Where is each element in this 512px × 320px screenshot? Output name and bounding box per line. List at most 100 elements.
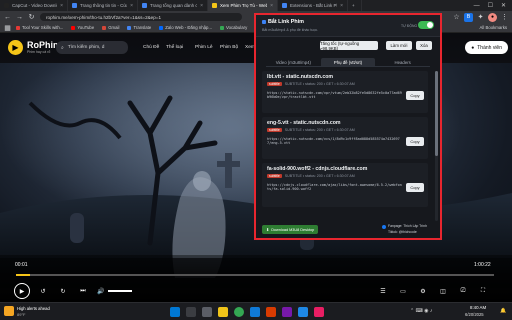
maximize-icon[interactable]: ☐ (488, 2, 493, 9)
item-url[interactable]: https://cdnjs.cloudflare.com/ajax/libs/f… (267, 183, 403, 192)
popup-title: Bắt Link Phim (268, 19, 304, 25)
download-label: Download M3U8 Desktop (271, 227, 315, 232)
settings-icon[interactable]: ⚙ (418, 286, 428, 296)
capture-list: lbt.vtt - static.nutscdn.com subtitle SU… (262, 71, 434, 227)
bookmark-item[interactable]: Gmail (98, 25, 123, 30)
reload-icon[interactable]: ↻ (27, 13, 36, 22)
menu-kebab-icon[interactable]: ⋮ (500, 13, 509, 22)
vscode-icon[interactable] (298, 307, 308, 317)
clear-button[interactable]: Xóa (416, 41, 432, 50)
menu-item-series[interactable]: Phim Bộ (220, 45, 238, 50)
minimize-icon[interactable]: — (474, 3, 480, 9)
clock-time[interactable]: 8:40 AM (470, 305, 486, 310)
browser-tab[interactable]: Extensions - Bắt Link Phim× (278, 0, 348, 11)
scrollbar-thumb[interactable] (435, 71, 438, 156)
tab-close-icon[interactable]: × (197, 3, 203, 9)
menu-item-genres[interactable]: Thể loại (166, 45, 183, 50)
tab-subtitles[interactable]: Phụ đề (vtt/srt) (320, 58, 376, 67)
popup-footer: ⬇ Download M3U8 Desktop Fanpage: Thích L… (256, 222, 440, 238)
tab-close-icon[interactable]: × (337, 3, 343, 9)
task-view-icon[interactable] (202, 307, 212, 317)
duration: 1:00:22 (474, 262, 491, 268)
tab-close-icon[interactable]: × (57, 3, 63, 9)
rewind-10-icon[interactable]: ↺ (38, 286, 48, 296)
popup-scrollbar[interactable] (435, 71, 438, 221)
forward-icon[interactable]: → (15, 13, 24, 22)
member-button[interactable]: ● Thành viên (465, 41, 508, 54)
copy-button[interactable]: Copy (406, 137, 424, 146)
office-icon[interactable] (266, 307, 276, 317)
notification-icon[interactable]: 🔔 (500, 308, 506, 314)
cast-icon[interactable]: ⎚ (458, 286, 468, 296)
weather-title[interactable]: High alerts ahead (17, 306, 50, 311)
bookmark-star-icon[interactable]: ☆ (452, 13, 461, 22)
pip-icon[interactable]: ◫ (438, 286, 448, 296)
address-bar[interactable]: rophim.me/xem-phim/tho-tu.h2bVf2a?ver=1&… (40, 13, 242, 21)
extension-icon[interactable]: B (464, 12, 473, 22)
subtitles-icon[interactable]: ▭ (398, 286, 408, 296)
site-search-box[interactable]: ⌕ Tìm kiếm phim, d (56, 41, 128, 54)
volume-icon[interactable]: 🔊 (96, 286, 106, 296)
copy-button[interactable]: Copy (406, 183, 424, 192)
tab-close-icon[interactable]: × (267, 3, 273, 9)
menu-item-movies[interactable]: Phim Lẻ (195, 45, 213, 50)
media-app-icon[interactable] (314, 307, 324, 317)
close-window-icon[interactable]: ✕ (501, 2, 506, 9)
tab-close-icon[interactable]: × (127, 3, 133, 9)
item-meta: subtitle SUBTITLE • status: 200 • GET • … (267, 128, 355, 132)
item-url[interactable]: https://static.nutscdn.com/vpr/vtum/2eb3… (267, 91, 403, 100)
profile-icon[interactable]: ● (488, 12, 497, 22)
auto-toggle[interactable] (418, 21, 434, 29)
bookmark-item[interactable]: Vocabulary (216, 25, 251, 30)
os-taskbar: High alerts ahead 89°F ⌃ ⌨ ◉ ♪ 8:40 AM 6… (0, 302, 512, 320)
user-icon: ● (471, 44, 475, 51)
start-icon[interactable] (170, 307, 180, 317)
extension-popup: Bắt Link Phim Bắt m3u8/mp4 & phụ đề khác… (254, 13, 442, 240)
bookmark-favicon-icon (159, 25, 164, 30)
site-logo[interactable]: ▶ RoPhim Phim hay cả rổ (8, 40, 61, 55)
back-icon[interactable]: ← (3, 13, 12, 22)
search-taskbar-icon[interactable] (186, 307, 196, 317)
bookmark-item[interactable]: Tool Your Skills with... (12, 25, 67, 30)
apps-icon[interactable]: ▦ (3, 23, 12, 32)
fullscreen-icon[interactable]: ⛶ (478, 286, 488, 296)
browser-tab[interactable]: CapCut - Video Downloader -× (0, 0, 68, 11)
download-desktop-button[interactable]: ⬇ Download M3U8 Desktop (262, 225, 319, 234)
puzzle-icon[interactable]: ✦ (476, 13, 485, 22)
browser-tab[interactable]: Trang tổng quan dành cho nhà× (138, 0, 208, 11)
bookmark-item[interactable]: Translate (123, 25, 155, 30)
tab-favicon-icon (212, 3, 217, 8)
browser-tab[interactable]: Trang thông tin tin - Cửa hàng× (68, 0, 138, 11)
volume-slider[interactable] (108, 290, 132, 292)
file-explorer-icon[interactable] (218, 307, 228, 317)
bookmark-item[interactable]: YouTube (67, 25, 98, 30)
tab-video[interactable]: Video (m3u8/mp4) (266, 58, 321, 67)
play-button[interactable]: ▶ (14, 283, 30, 299)
tiktok-credit[interactable]: Tiktok: @thichcode (388, 230, 417, 234)
tab-title: Extensions - Bắt Link Phim (290, 3, 337, 8)
bookmark-favicon-icon (102, 25, 107, 30)
chrome-icon[interactable] (234, 307, 244, 317)
onenote-icon[interactable] (282, 307, 292, 317)
next-episode-icon[interactable]: ⏭ (78, 286, 88, 296)
edge-icon[interactable] (250, 307, 260, 317)
speedup-button[interactable]: Tăng tốc (tự-nguồng ~98.9KB) (320, 41, 378, 51)
browser-tab[interactable]: Xem Phim Trọ Tù - Website xe× (208, 0, 278, 11)
tab-favicon-icon (72, 3, 77, 8)
refresh-button[interactable]: Làm mới (386, 41, 412, 50)
forward-10-icon[interactable]: ↻ (58, 286, 68, 296)
new-tab-icon[interactable]: + (348, 0, 362, 11)
copy-button[interactable]: Copy (406, 91, 424, 100)
all-bookmarks[interactable]: All Bookmarks (480, 25, 512, 30)
popup-tabs: Video (m3u8/mp4) Phụ đề (vtt/srt) Header… (266, 58, 431, 67)
system-tray-icons[interactable]: ⌃ ⌨ ◉ ♪ (410, 308, 432, 314)
clock-date: 6/20/2025 (465, 312, 484, 317)
menu-item-topics[interactable]: Chủ Đề (143, 45, 159, 50)
item-meta: subtitle SUBTITLE • status: 200 • GET • … (267, 82, 355, 86)
fanpage-credit[interactable]: Fanpage: Thích Lập Trình (388, 224, 427, 228)
item-url[interactable]: https://static.nutscdn.com/vcs/1/8d9c1c9… (267, 137, 403, 146)
bookmark-item[interactable]: Zalo Web - Đăng nhập... (155, 25, 216, 30)
tab-headers[interactable]: Headers (375, 58, 431, 67)
progress-bar[interactable] (16, 274, 494, 276)
episodes-icon[interactable]: ☰ (378, 286, 388, 296)
